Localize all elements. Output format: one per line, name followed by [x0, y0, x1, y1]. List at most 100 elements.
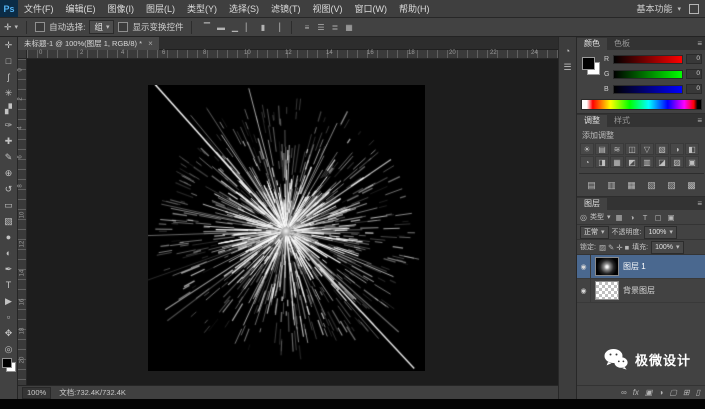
clone-stamp-tool[interactable]: ⊕	[0, 165, 17, 181]
brush-tool[interactable]: ✎	[0, 149, 17, 165]
filter-smart-objects-icon[interactable]: ▣	[666, 212, 677, 223]
visibility-toggle-icon[interactable]: ◉	[577, 278, 591, 303]
invert-icon[interactable]: ◩	[625, 156, 639, 168]
align-right-edges-icon[interactable]: ▕	[270, 21, 283, 34]
layer-row-2[interactable]: ◉ 背景图层	[577, 278, 705, 303]
close-tab-icon[interactable]	[148, 39, 153, 48]
tab-styles[interactable]: 样式	[607, 115, 637, 127]
path-selection-tool[interactable]: ▶	[0, 293, 17, 309]
filter-type-dropdown[interactable]: 类型	[590, 212, 611, 222]
panel-menu-icon[interactable]: ≡	[697, 198, 705, 210]
tab-layers[interactable]: 图层	[577, 198, 607, 210]
docked-panel-icon-3[interactable]: ▦	[625, 179, 638, 191]
tool-preset-picker[interactable]: ✛	[4, 22, 18, 33]
tab-color[interactable]: 颜色	[577, 38, 607, 50]
filter-shape-layers-icon[interactable]: ▢	[653, 212, 664, 223]
quick-selection-tool[interactable]: ✳	[0, 85, 17, 101]
panel-menu-icon[interactable]: ≡	[697, 38, 705, 50]
panel-menu-icon[interactable]: ≡	[697, 115, 705, 127]
fill-dropdown[interactable]: 100%	[651, 240, 684, 254]
docked-panel-icon-5[interactable]: ▨	[665, 179, 678, 191]
document-canvas[interactable]	[148, 85, 425, 371]
photo-filter-icon[interactable]: ◔	[580, 156, 594, 168]
levels-icon[interactable]: ▤	[595, 143, 609, 155]
posterize-icon[interactable]: ▥	[640, 156, 654, 168]
docked-panel-icon-6[interactable]: ▩	[685, 179, 698, 191]
threshold-icon[interactable]: ◪	[655, 156, 669, 168]
add-layer-mask-icon[interactable]: ▣	[645, 388, 653, 397]
color-lookup-icon[interactable]: ▦	[610, 156, 624, 168]
blur-tool[interactable]: ●	[0, 229, 17, 245]
align-top-edges-icon[interactable]: ▔	[200, 21, 213, 34]
color-spectrum-ramp[interactable]	[581, 99, 702, 110]
document-tab[interactable]: 未标题-1 @ 100%(图层 1, RGB/8) *	[18, 37, 159, 50]
channel-slider-R[interactable]	[613, 54, 683, 64]
eyedropper-tool[interactable]: ✑	[0, 117, 17, 133]
lock-pixels-icon[interactable]: ✎	[608, 243, 614, 252]
channel-slider-B[interactable]	[613, 84, 683, 94]
selective-color-icon[interactable]: ▣	[685, 156, 699, 168]
opacity-dropdown[interactable]: 100%	[644, 225, 677, 239]
black-white-icon[interactable]: ◧	[685, 143, 699, 155]
history-brush-tool[interactable]: ↺	[0, 181, 17, 197]
show-transform-checkbox[interactable]	[118, 22, 129, 32]
docked-panel-icon-4[interactable]: ▧	[645, 179, 658, 191]
zoom-tool[interactable]: ◎	[0, 341, 17, 357]
tab-swatches[interactable]: 色板	[607, 38, 637, 50]
link-layers-icon[interactable]: ∞	[621, 388, 627, 397]
layer-row-1[interactable]: ◉ 图层 1	[577, 255, 705, 279]
vibrance-icon[interactable]: ▽	[640, 143, 654, 155]
distribute-bottom-edges-icon[interactable]: ≣	[328, 21, 341, 34]
docked-panel-icon-1[interactable]: ▤	[585, 179, 598, 191]
menu-item-6[interactable]: 滤镜(T)	[265, 0, 307, 17]
tab-adjustments[interactable]: 调整	[577, 115, 607, 127]
filter-type-layers-icon[interactable]: T	[640, 212, 651, 223]
blend-mode-dropdown[interactable]: 正常	[580, 225, 609, 239]
zoom-level-field[interactable]: 100%	[22, 386, 52, 399]
lock-all-icon[interactable]: ■	[625, 243, 630, 252]
filter-adjustment-layers-icon[interactable]: ◑	[627, 212, 638, 223]
type-tool[interactable]: T	[0, 277, 17, 293]
dodge-tool[interactable]: ◐	[0, 245, 17, 261]
filter-pixel-layers-icon[interactable]: ▦	[614, 212, 625, 223]
menu-item-9[interactable]: 帮助(H)	[393, 0, 436, 17]
move-tool[interactable]: ✛	[0, 37, 17, 53]
foreground-color-swatch[interactable]	[582, 57, 595, 70]
distribute-vertical-centers-icon[interactable]: ☰	[314, 21, 327, 34]
brightness-contrast-icon[interactable]: ☀	[580, 143, 594, 155]
auto-select-checkbox[interactable]	[35, 22, 46, 32]
color-swatches[interactable]	[2, 358, 16, 372]
align-horizontal-centers-icon[interactable]: ▮	[256, 21, 269, 34]
foreground-color-swatch[interactable]	[2, 358, 12, 368]
layer-style-icon[interactable]: fx	[633, 388, 639, 397]
exposure-icon[interactable]: ◫	[625, 143, 639, 155]
new-adjustment-layer-icon[interactable]: ◑	[658, 388, 663, 397]
channel-slider-G[interactable]	[613, 69, 683, 79]
auto-align-layers-icon[interactable]: ▦	[342, 21, 355, 34]
delete-layer-icon[interactable]: ▯	[696, 388, 700, 397]
properties-panel-icon[interactable]: ☰	[559, 59, 576, 75]
history-panel-icon[interactable]: ◔	[559, 43, 576, 59]
hue-saturation-icon[interactable]: ▧	[655, 143, 669, 155]
align-vertical-centers-icon[interactable]: ▬	[214, 21, 227, 34]
menu-item-7[interactable]: 视图(V)	[307, 0, 349, 17]
eraser-tool[interactable]: ▭	[0, 197, 17, 213]
menu-item-8[interactable]: 窗口(W)	[349, 0, 394, 17]
rectangle-tool[interactable]: ▫	[0, 309, 17, 325]
gradient-tool[interactable]: ▧	[0, 213, 17, 229]
rectangular-marquee-tool[interactable]: □	[0, 53, 17, 69]
visibility-toggle-icon[interactable]: ◉	[577, 255, 591, 279]
crop-tool[interactable]: ▞	[0, 101, 17, 117]
docked-panel-icon-2[interactable]: ▥	[605, 179, 618, 191]
menu-item-1[interactable]: 编辑(E)	[60, 0, 102, 17]
healing-brush-tool[interactable]: ✚	[0, 133, 17, 149]
workspace-switcher[interactable]: 基本功能	[628, 2, 689, 15]
channel-mixer-icon[interactable]: ◨	[595, 156, 609, 168]
menu-item-4[interactable]: 类型(Y)	[181, 0, 223, 17]
hand-tool[interactable]: ✥	[0, 325, 17, 341]
align-bottom-edges-icon[interactable]: ▁	[228, 21, 241, 34]
gradient-map-icon[interactable]: ▨	[670, 156, 684, 168]
new-group-icon[interactable]: ▢	[669, 388, 677, 397]
lock-position-icon[interactable]: ✛	[616, 243, 622, 252]
menu-item-5[interactable]: 选择(S)	[223, 0, 265, 17]
